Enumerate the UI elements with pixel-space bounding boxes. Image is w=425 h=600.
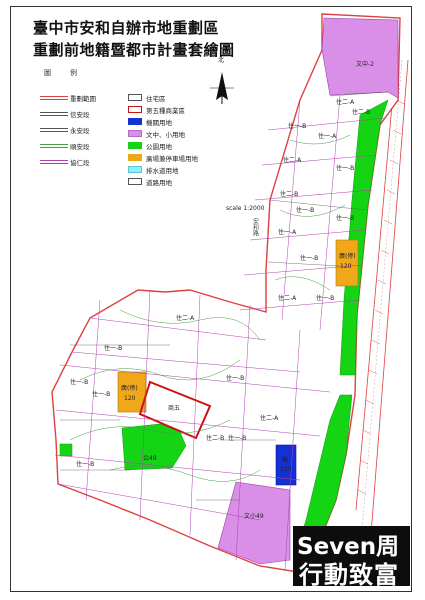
parcel-label: 住一-B (296, 206, 314, 214)
commercial-label: 商五 (168, 404, 180, 412)
legend-swatch-xinan (40, 112, 68, 116)
legend-swatch-shunan (40, 144, 68, 148)
north-arrow-icon (210, 72, 234, 104)
legend-label-yongan: 永安段 (70, 127, 90, 135)
legend-swatch-drainage (128, 166, 142, 173)
plaza-left-area: 120 (124, 395, 136, 402)
parcel-label: 住二-B (206, 434, 224, 442)
legend-swatch-park (128, 142, 142, 149)
legend-label-school: 文中、小用地 (146, 131, 185, 139)
legend-swatch-commercial (128, 106, 142, 113)
parcel-label: 住一-A (278, 228, 297, 236)
legend-label-residential: 住宅區 (146, 95, 166, 103)
parcel-label: 住一-B (288, 122, 306, 130)
plaza-right-area: 120 (340, 263, 352, 270)
parcel-label: 住一-B (70, 378, 88, 386)
watermark-line-2: 行動致富 (299, 561, 399, 589)
parcel-label: 住二-B (280, 190, 298, 198)
parcel-label: 住二-A (278, 294, 297, 302)
legend-swatch-government (128, 118, 142, 125)
plaza-right-label: 廣(停) (339, 252, 356, 260)
legend-label-boundary: 重劃範圍 (70, 95, 96, 103)
legend-label-xinan: 信安段 (70, 111, 90, 119)
parcel-label: 住一-B (226, 374, 244, 382)
park-small-left (59, 443, 73, 457)
parcel-label: 住一-B (104, 344, 122, 352)
parcel-label: 住二-A (336, 98, 355, 106)
legend-heading: 圖 例 (44, 69, 83, 77)
park-left-label: 公49 (143, 455, 157, 462)
school-bottom-label: 文小49 (244, 512, 264, 520)
legend-swatch-plaza (128, 154, 142, 161)
legend-swatch-yongan (40, 128, 68, 132)
legend-swatch-school (128, 130, 142, 137)
legend-swatch-road (128, 178, 142, 185)
government-label: 機 (282, 456, 288, 464)
parcel-label: 住二-A (260, 414, 279, 422)
parcel-label: 住一-B (336, 214, 354, 222)
parcel-label: 住一-B (76, 460, 94, 468)
scale-text: scale 1:2000 (226, 205, 265, 212)
legend-label-shunan: 順安段 (70, 143, 90, 151)
cadastral-map: 住二-A 住二-B 住一-B 住一-A 住二-A 住一-B 住二-B 住一-B … (51, 13, 409, 573)
road-name-label: 安和路 (252, 217, 259, 237)
parcel-label: 住一-B (228, 434, 246, 442)
parcel-label: 住一-A (318, 132, 337, 140)
parcel-label: 住一-B (92, 390, 110, 398)
parcel-label: 住一-B (336, 164, 354, 172)
north-label: 北 (218, 57, 225, 64)
government-area: 100 (280, 466, 292, 473)
parcel-label: 住一-B (316, 294, 334, 302)
legend-label-park: 公園用地 (146, 143, 172, 151)
government-land (275, 444, 297, 486)
legend-label-plaza: 廣場兼停車場用地 (146, 155, 198, 163)
parcel-label: 住二-A (176, 314, 195, 322)
school-land-top (321, 17, 399, 99)
legend-swatch-boundary (40, 96, 68, 100)
legend-label-drainage: 排水道用地 (146, 167, 179, 175)
plaza-left-label: 廣(停) (121, 384, 138, 392)
legend-swatch-xieren (40, 160, 68, 164)
parcel-label: 住二-B (352, 108, 370, 116)
legend-swatch-residential (128, 94, 142, 101)
watermark-badge: Seven周 行動致富 (293, 526, 410, 589)
parcel-label: 住一-B (300, 254, 318, 262)
legend-label-government: 機關用地 (146, 119, 172, 127)
legend-label-commercial: 第五種商業區 (146, 107, 185, 115)
legend-label-road: 道路用地 (146, 179, 172, 187)
parcel-label: 住二-A (283, 156, 302, 164)
school-top-label: 文中-2 (356, 60, 374, 68)
legend-label-xieren: 協仁段 (70, 159, 90, 167)
